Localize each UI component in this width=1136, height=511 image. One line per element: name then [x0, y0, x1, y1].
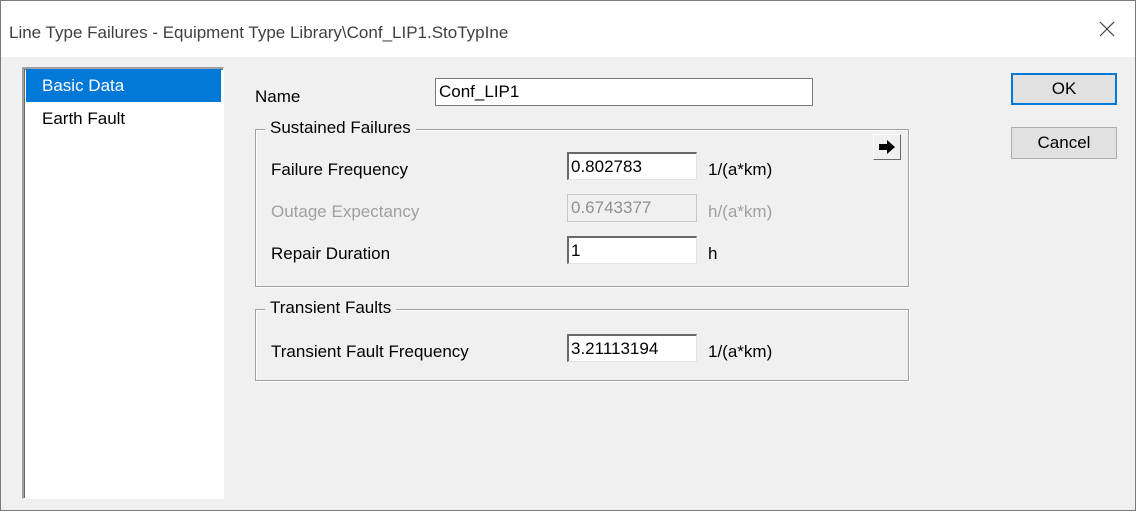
nav-item-earth-fault[interactable]: Earth Fault: [26, 102, 221, 135]
repair-duration-input[interactable]: 1: [567, 236, 697, 264]
name-input[interactable]: Conf_LIP1: [435, 78, 813, 106]
repair-duration-unit: h: [708, 244, 718, 263]
failure-frequency-input[interactable]: 0.802783: [567, 152, 697, 180]
cancel-button[interactable]: Cancel: [1011, 127, 1117, 159]
transient-faults-title: Transient Faults: [265, 298, 397, 318]
sustained-failures-title: Sustained Failures: [265, 118, 416, 138]
transient-fault-frequency-input[interactable]: 3.21113194: [567, 334, 697, 362]
window-title: Line Type Failures - Equipment Type Libr…: [9, 23, 509, 42]
outage-expectancy-input: 0.6743377: [567, 194, 697, 222]
failure-frequency-label: Failure Frequency: [271, 160, 409, 179]
arrow-right-icon: [879, 140, 895, 154]
page-list: Basic Data Earth Fault: [22, 67, 224, 499]
outage-expectancy-unit: h/(a*km): [708, 202, 773, 221]
outage-expectancy-label: Outage Expectancy: [271, 202, 420, 221]
title-bar: Line Type Failures - Equipment Type Libr…: [1, 1, 1135, 57]
dialog-window: Line Type Failures - Equipment Type Libr…: [0, 0, 1136, 511]
transient-fault-frequency-label: Transient Fault Frequency: [271, 342, 469, 361]
transient-fault-frequency-unit: 1/(a*km): [708, 342, 773, 361]
nav-item-basic-data[interactable]: Basic Data: [26, 69, 221, 102]
name-label: Name: [255, 87, 301, 106]
repair-duration-label: Repair Duration: [271, 244, 391, 263]
close-button[interactable]: [1079, 1, 1135, 57]
close-icon: [1099, 21, 1115, 37]
failure-frequency-unit: 1/(a*km): [708, 160, 773, 179]
details-arrow-button[interactable]: [873, 134, 901, 160]
ok-button[interactable]: OK: [1011, 73, 1117, 105]
